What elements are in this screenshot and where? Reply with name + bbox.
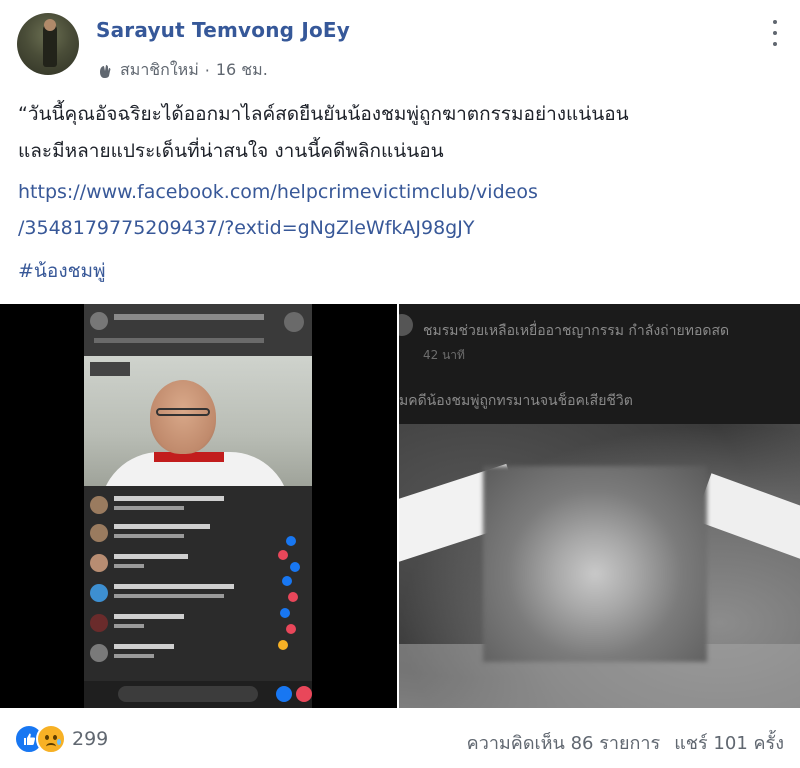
heart-icon bbox=[296, 686, 312, 702]
comment-row bbox=[90, 642, 270, 670]
page-avatar bbox=[90, 312, 108, 330]
shared-live-header: ชมรมช่วยเหลือเหยื่ออาชญากรรม กำลังถ่ายทอ… bbox=[399, 304, 800, 424]
speaker-glasses bbox=[156, 408, 210, 416]
speaker-head bbox=[150, 380, 216, 454]
post-time[interactable]: 16 ชม. bbox=[216, 58, 268, 83]
author-name[interactable]: Sarayut Temvong JoEy bbox=[96, 18, 350, 42]
post-link[interactable]: https://www.facebook.com/helpcrimevictim… bbox=[18, 174, 788, 246]
comment-row bbox=[90, 522, 270, 550]
blurred-photo bbox=[399, 424, 800, 708]
post-meta: สมาชิกใหม่ · 16 ชม. bbox=[96, 58, 268, 83]
live-page-header bbox=[84, 304, 312, 356]
engagement-stats: ความคิดเห็น 86 รายการ แชร์ 101 ครั้ง bbox=[467, 728, 784, 757]
attached-photo-left[interactable] bbox=[0, 304, 397, 708]
avatar-figure-head bbox=[44, 19, 56, 31]
floating-reactions bbox=[276, 536, 306, 666]
post-link-line[interactable]: https://www.facebook.com/helpcrimevictim… bbox=[18, 174, 788, 210]
post-text-line: “วันนี้คุณอัจฉริยะได้ออกมาไลค์สดยืนยันน้… bbox=[18, 103, 629, 125]
phone-live-screenshot bbox=[84, 304, 312, 708]
post-link-line[interactable]: /3548179775209437/?extid=gNgZleWfkAJ98gJ… bbox=[18, 210, 788, 246]
comment-row bbox=[90, 552, 270, 580]
comment-row bbox=[90, 612, 270, 640]
shared-post-time: 42 นาที bbox=[423, 348, 465, 362]
like-icon bbox=[276, 686, 292, 702]
new-member-icon bbox=[100, 64, 111, 78]
member-label: สมาชิกใหม่ bbox=[120, 60, 199, 79]
live-video-frame bbox=[84, 356, 312, 486]
comments-count[interactable]: ความคิดเห็น 86 รายการ bbox=[467, 728, 661, 757]
comment-row bbox=[90, 582, 270, 610]
attached-photo-right[interactable]: ชมรมช่วยเหลือเหยื่ออาชญากรรม กำลังถ่ายทอ… bbox=[399, 304, 800, 708]
meta-separator: · bbox=[204, 61, 210, 80]
author-avatar[interactable] bbox=[17, 13, 79, 75]
reaction-summary[interactable]: 299 bbox=[14, 724, 108, 754]
blurred-region bbox=[483, 466, 707, 662]
live-comment-bar bbox=[84, 681, 312, 708]
comment-row bbox=[90, 494, 270, 522]
shared-post-title: มคดีน้องชมพู่ถูกทรมานจนช็อคเสียชีวิต bbox=[399, 393, 633, 409]
shared-page-avatar bbox=[399, 314, 413, 336]
sad-reaction-icon bbox=[36, 724, 66, 754]
shared-page-name: ชมรมช่วยเหลือเหยื่ออาชญากรรม กำลังถ่ายทอ… bbox=[423, 323, 730, 339]
shares-count[interactable]: แชร์ 101 ครั้ง bbox=[674, 728, 784, 757]
post-text-line: และมีหลายแประเด็นที่น่าสนใจ งานนี้คดีพลิ… bbox=[18, 140, 444, 162]
reaction-count[interactable]: 299 bbox=[72, 728, 108, 750]
hashtag-link[interactable]: #น้องชมพู่ bbox=[18, 256, 106, 286]
more-options-icon[interactable] bbox=[766, 20, 784, 46]
post-text: “วันนี้คุณอัจฉริยะได้ออกมาไลค์สดยืนยันน้… bbox=[18, 96, 788, 170]
live-badge bbox=[90, 362, 130, 376]
